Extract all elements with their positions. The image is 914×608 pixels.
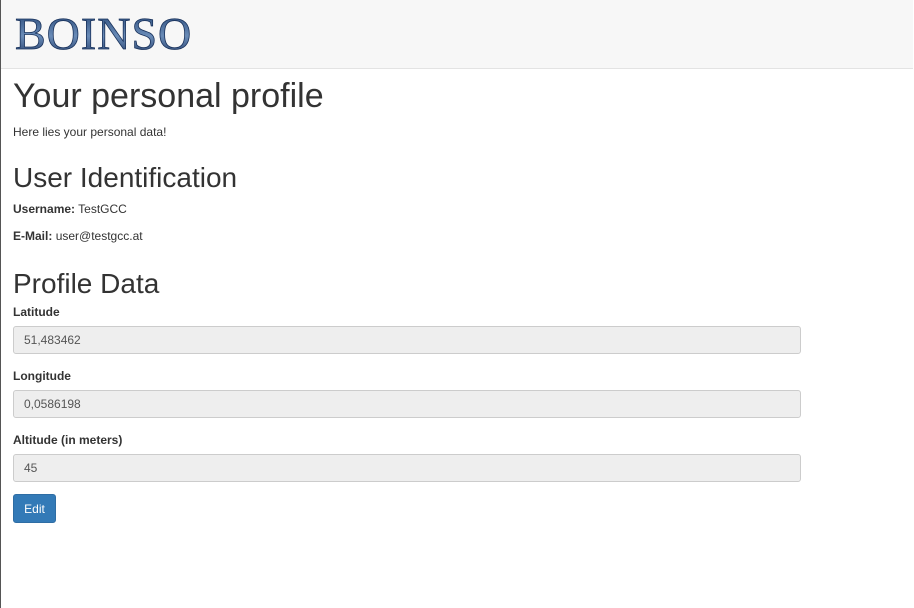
email-value: user@testgcc.at [55, 229, 143, 243]
user-identification-section: User Identification Username: TestGCC E-… [13, 140, 913, 244]
longitude-label: Longitude [13, 369, 71, 383]
brand-logo[interactable]: BOINSO [13, 7, 223, 55]
email-label: E-Mail: [13, 229, 53, 243]
latitude-label: Latitude [13, 305, 60, 319]
longitude-field[interactable] [13, 390, 801, 418]
user-identification-heading: User Identification [13, 162, 238, 193]
email-row: E-Mail: user@testgcc.at [13, 228, 913, 244]
boinso-logo-icon: BOINSO [15, 8, 192, 55]
main-content: Your personal profile Here lies your per… [1, 69, 913, 523]
logo-text: BOINSO [15, 8, 192, 55]
edit-button[interactable]: Edit [13, 494, 56, 523]
page-frame: BOINSO Your personal profile Here lies y… [0, 0, 913, 608]
latitude-field[interactable] [13, 326, 801, 354]
username-value: TestGCC [78, 202, 127, 216]
page-lead: Here lies your personal data! [13, 125, 167, 139]
altitude-field[interactable] [13, 454, 801, 482]
username-label: Username: [13, 202, 76, 216]
profile-data-section: Profile Data Latitude Longitude Altitude… [13, 244, 913, 523]
page-title: Your personal profile [13, 77, 324, 115]
profile-data-heading: Profile Data [13, 268, 160, 299]
username-row: Username: TestGCC [13, 201, 913, 217]
altitude-label: Altitude (in meters) [13, 433, 123, 447]
top-navbar: BOINSO [1, 0, 913, 69]
